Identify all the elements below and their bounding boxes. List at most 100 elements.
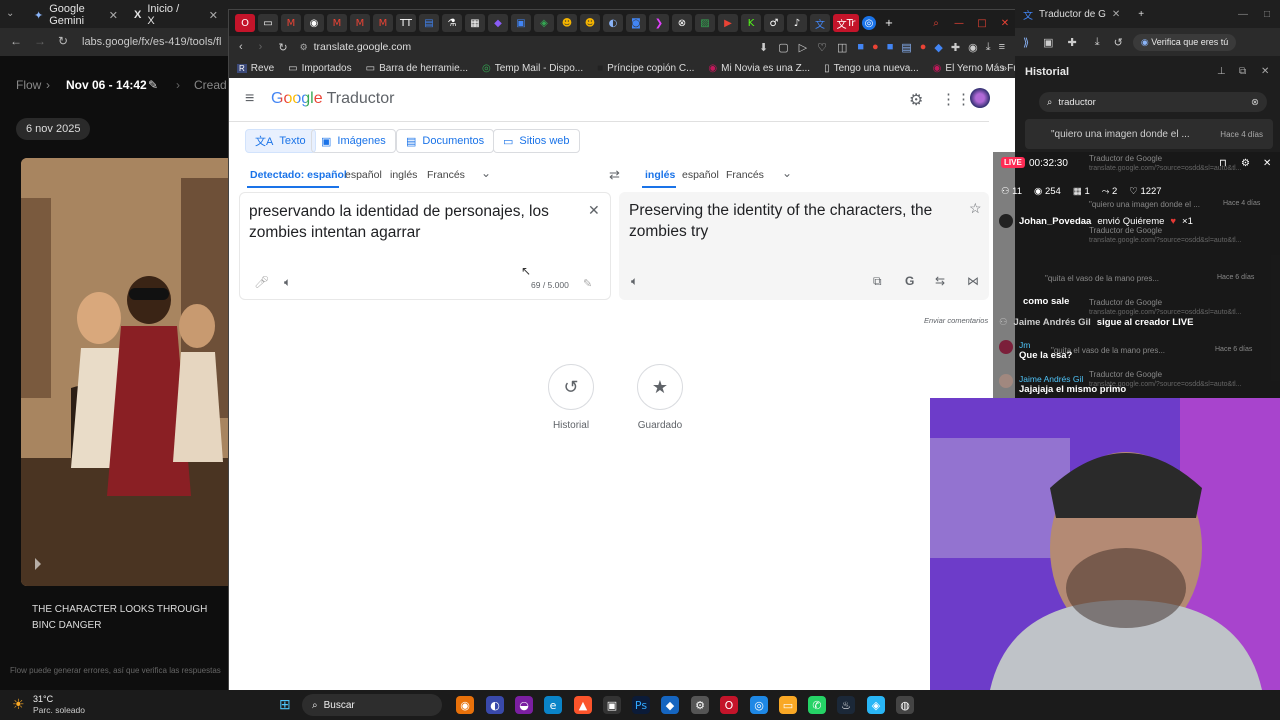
close-icon[interactable]: ✕ — [1263, 158, 1271, 169]
spotify-icon[interactable]: ◉ — [304, 14, 324, 32]
whatsapp-icon[interactable]: ✆ — [808, 696, 826, 714]
download-icon[interactable]: ⤓ — [1095, 36, 1100, 49]
gmail-icon[interactable]: M — [281, 14, 301, 32]
extension-icon[interactable]: ▤ — [901, 41, 911, 54]
rate-translation-icon[interactable]: ⇆ — [935, 274, 945, 288]
target-lang-french[interactable]: Francés — [726, 169, 764, 181]
target-lang-spanish[interactable]: español — [682, 169, 719, 181]
clear-search-icon[interactable]: ⊗ — [1251, 97, 1259, 108]
tab-icon[interactable]: TT — [396, 14, 416, 32]
taskbar-app-icon[interactable]: ◈ — [867, 696, 885, 714]
tab-translate-active[interactable]: 文 Tr — [833, 14, 859, 32]
edit-icon[interactable]: ✎ — [148, 78, 158, 92]
maximize-icon[interactable]: □ — [1264, 9, 1270, 20]
photoshop-icon[interactable]: Ps — [632, 696, 650, 714]
docs-icon[interactable]: ▤ — [419, 14, 439, 32]
bookmark-reve[interactable]: R Reve — [237, 63, 274, 74]
lock-icon[interactable]: ⊓ — [1219, 158, 1227, 169]
source-lang-english[interactable]: inglés — [390, 169, 417, 181]
source-lang-french[interactable]: Francés — [427, 169, 465, 181]
close-icon[interactable]: ✕ — [109, 9, 118, 22]
breadcrumb-create[interactable]: Cread — [194, 78, 227, 92]
new-tab-icon[interactable]: + — [1138, 9, 1144, 20]
puzzle-icon[interactable]: ✚ — [1068, 36, 1077, 49]
reload-icon[interactable]: ↻ — [58, 34, 68, 48]
download-icon[interactable]: ⤓ — [986, 41, 991, 54]
chevron-down-icon[interactable]: ⌄ — [6, 8, 14, 19]
target-lang-more-icon[interactable]: ⌄ — [782, 166, 792, 180]
bookmark-tengo[interactable]: ▯ Tengo una nueva... — [824, 63, 919, 74]
close-icon[interactable]: ✕ — [995, 14, 1015, 32]
taskbar-app-icon[interactable]: ⚙ — [691, 696, 709, 714]
saved-action[interactable]: ★ Guardado — [637, 364, 683, 431]
taskbar-app-icon[interactable]: ◒ — [515, 696, 533, 714]
gmail-icon[interactable]: M — [327, 14, 347, 32]
weather-temp[interactable]: 31°C — [33, 694, 53, 704]
menu-icon[interactable]: ≡ — [999, 41, 1005, 53]
settings-icon[interactable]: ⚙ — [909, 90, 923, 110]
tab-icon[interactable]: ◎ — [862, 16, 876, 30]
back-icon[interactable]: ‹ — [239, 41, 243, 53]
kick-icon[interactable]: K — [741, 14, 761, 32]
taskbar-app-icon[interactable]: ◐ — [486, 696, 504, 714]
youtube-icon[interactable]: ▶ — [718, 14, 738, 32]
avatar[interactable] — [970, 88, 990, 108]
target-lang-english[interactable]: inglés — [645, 169, 675, 181]
taskbar-app-icon[interactable]: ▣ — [603, 696, 621, 714]
address-bar[interactable]: translate.google.com — [314, 41, 411, 53]
tab-icon[interactable]: ▦ — [465, 14, 485, 32]
close-icon[interactable]: ✕ — [1112, 9, 1120, 20]
microphone-icon[interactable]: 🎤︎ — [254, 275, 269, 289]
bookmark-importados[interactable]: ▭ Importados — [288, 63, 351, 74]
source-lang-spanish[interactable]: español — [345, 169, 382, 181]
mode-text-button[interactable]: 文A Texto — [245, 129, 316, 153]
opera-icon[interactable]: O — [235, 14, 255, 32]
gmail-icon[interactable]: M — [350, 14, 370, 32]
taskbar-app-icon[interactable]: ◍ — [896, 696, 914, 714]
extension-icon[interactable]: ◆ — [934, 41, 942, 54]
tab-icon[interactable]: ⊗ — [672, 14, 692, 32]
source-textarea[interactable]: preservando la identidad de personajes, … — [249, 201, 569, 243]
brave-icon[interactable]: ▲ — [574, 696, 592, 714]
reload-icon[interactable]: ↻ — [278, 41, 287, 54]
tab-icon[interactable]: ◆ — [488, 14, 508, 32]
forward-icon[interactable]: › — [259, 41, 263, 53]
play-icon[interactable]: ▷ — [799, 41, 807, 54]
bookmark-barra[interactable]: ▭ Barra de herramie... — [366, 63, 468, 74]
extension-icon[interactable]: ⬇ — [759, 41, 768, 54]
tab-icon[interactable]: ◙ — [626, 14, 646, 32]
taskbar-app-icon[interactable]: ◆ — [661, 696, 679, 714]
bookmark-principe[interactable]: ■ Príncipe copión C... — [597, 63, 694, 74]
translate-icon[interactable]: 文 — [810, 14, 830, 32]
feedback-link[interactable]: Enviar comentarios — [924, 316, 988, 325]
bookmark-temp-mail[interactable]: ◎ Temp Mail - Dispo... — [482, 63, 583, 74]
mode-documents-button[interactable]: ▤ Documentos — [396, 129, 495, 153]
tab-icon[interactable]: ▣ — [511, 14, 531, 32]
tab-google-gemini[interactable]: ✦ Google Gemini ✕ — [26, 3, 126, 27]
opera-gx-icon[interactable]: O — [720, 696, 738, 714]
background-url[interactable]: labs.google/fx/es-419/tools/fl — [82, 33, 232, 51]
speaker-icon[interactable]: 🔈︎ — [284, 275, 291, 290]
history-action[interactable]: ↺ Historial — [548, 364, 594, 431]
puzzle-icon[interactable]: ✚ — [951, 41, 960, 54]
settings-icon[interactable]: ⚙ — [1241, 158, 1250, 169]
search-icon[interactable]: ⌕ — [926, 14, 946, 32]
tab-icon[interactable]: ☻ — [580, 14, 600, 32]
google-g-icon[interactable]: G — [905, 274, 914, 288]
minimize-icon[interactable]: — — [1238, 9, 1248, 20]
project-title[interactable]: Nov 06 - 14:42 — [66, 78, 147, 92]
steam-icon[interactable]: ♨ — [837, 696, 855, 714]
extension-icon[interactable]: ■ — [887, 41, 894, 53]
source-lang-detected[interactable]: Detectado: español — [250, 169, 347, 181]
flow-logo[interactable]: Flow — [16, 78, 41, 92]
more-bookmarks-icon[interactable]: » — [1001, 63, 1007, 74]
wallet-icon[interactable]: ◫ — [837, 41, 847, 54]
screenshot-icon[interactable]: ▢ — [778, 41, 788, 54]
weather-desc[interactable]: Parc. soleado — [33, 705, 85, 715]
tiktok-icon[interactable]: ♪ — [787, 14, 807, 32]
clear-text-icon[interactable]: ✕ — [588, 202, 600, 219]
tab-icon[interactable]: ◈ — [534, 14, 554, 32]
tab-icon[interactable]: ♂ — [764, 14, 784, 32]
open-external-icon[interactable]: ⧉ — [1239, 66, 1246, 77]
extension-icon[interactable]: ● — [872, 41, 879, 53]
